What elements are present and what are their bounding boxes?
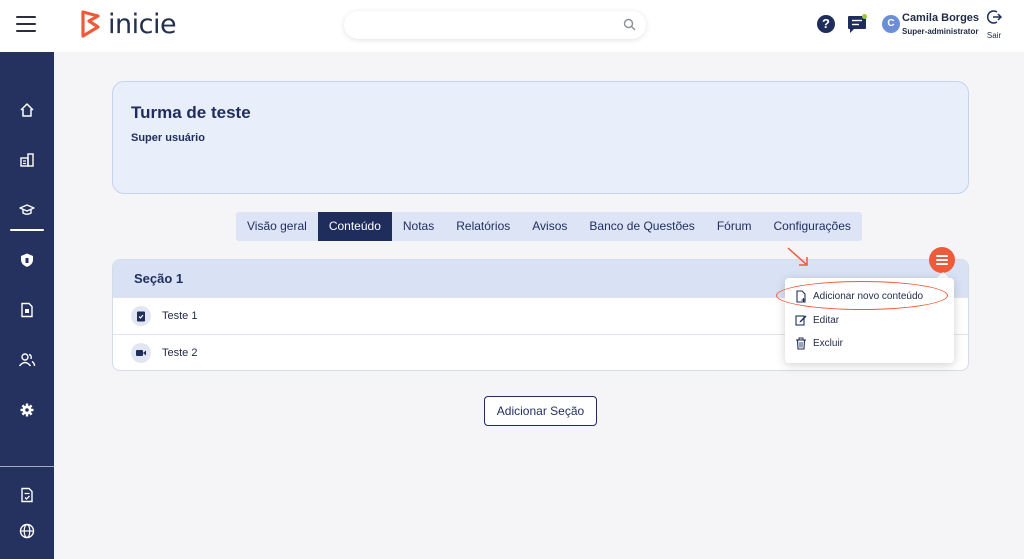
user-name[interactable]: Camila Borges [902, 12, 979, 24]
search-icon[interactable] [623, 18, 636, 31]
avatar[interactable]: C [882, 15, 900, 33]
graduation-cap-icon [19, 204, 35, 215]
logout-label: Sair [986, 31, 1002, 40]
section-menu-button[interactable] [929, 247, 955, 273]
content-item-label: Teste 1 [162, 310, 198, 322]
sidebar [0, 52, 54, 559]
edit-icon [795, 315, 807, 326]
sidebar-item-reports[interactable] [0, 480, 54, 510]
file-plus-icon [796, 290, 806, 303]
building-icon [20, 153, 34, 167]
sidebar-item-settings[interactable] [0, 395, 54, 425]
arrow-annotation-icon [787, 247, 808, 266]
shield-icon [21, 253, 33, 267]
sidebar-active-indicator [10, 229, 44, 231]
inicie-logo-icon [81, 9, 100, 38]
users-icon [18, 353, 36, 367]
tab-content[interactable]: Conteúdo [317, 212, 392, 241]
tab-question-bank[interactable]: Banco de Questões [578, 212, 705, 241]
search-bar[interactable] [344, 11, 646, 39]
sidebar-item-language[interactable] [0, 516, 54, 546]
menu-item-label: Adicionar novo conteúdo [813, 291, 924, 302]
menu-item-add-content[interactable]: Adicionar novo conteúdo [795, 290, 923, 303]
menu-item-label: Editar [813, 314, 840, 326]
course-title: Turma de teste [131, 103, 251, 122]
tab-reports[interactable]: Relatórios [445, 212, 521, 241]
menu-item-delete[interactable]: Excluir [795, 337, 843, 350]
gear-icon [20, 403, 34, 417]
clipboard-check-icon [131, 306, 151, 326]
logo-text: inicie [108, 9, 177, 40]
tab-settings[interactable]: Configurações [762, 212, 861, 241]
sidebar-item-documents[interactable] [0, 295, 54, 325]
sidebar-item-security[interactable] [0, 245, 54, 275]
sidebar-divider [0, 466, 54, 467]
notification-dot [862, 14, 867, 19]
tab-announcements[interactable]: Avisos [521, 212, 578, 241]
content-item-label: Teste 2 [162, 347, 198, 359]
tab-grades[interactable]: Notas [392, 212, 445, 241]
hamburger-menu-icon[interactable] [16, 16, 36, 32]
user-role: Super-administrator [902, 27, 979, 36]
search-input[interactable] [344, 11, 614, 39]
sidebar-item-institutions[interactable] [0, 145, 54, 175]
logout-button[interactable]: Sair [984, 9, 1004, 40]
course-subtitle: Super usuário [131, 132, 205, 144]
globe-icon [19, 523, 35, 539]
sidebar-item-classes[interactable] [0, 195, 54, 225]
logout-icon [987, 10, 1003, 24]
section-title: Seção 1 [134, 271, 184, 286]
video-camera-icon [131, 343, 151, 363]
course-tabs: Visão geral Conteúdo Notas Relatórios Av… [236, 212, 862, 241]
top-bar: inicie ? C Camila Borges Super-administr… [0, 0, 1024, 52]
logo[interactable]: inicie [78, 9, 177, 40]
course-card: Turma de teste Super usuário [112, 81, 969, 194]
trash-icon [796, 337, 806, 350]
sidebar-item-home[interactable] [0, 95, 54, 125]
home-icon [20, 103, 34, 117]
menu-item-label: Excluir [813, 338, 844, 349]
sidebar-item-users[interactable] [0, 345, 54, 375]
tab-forum[interactable]: Fórum [706, 212, 763, 241]
menu-item-edit[interactable]: Editar [795, 314, 839, 326]
help-icon[interactable]: ? [817, 15, 835, 33]
document-icon [21, 302, 33, 318]
section-options-dropdown: Adicionar novo conteúdo Editar Excluir [785, 278, 954, 363]
tab-overview[interactable]: Visão geral [236, 212, 318, 241]
report-icon [21, 487, 33, 503]
add-section-button[interactable]: Adicionar Seção [484, 396, 597, 426]
